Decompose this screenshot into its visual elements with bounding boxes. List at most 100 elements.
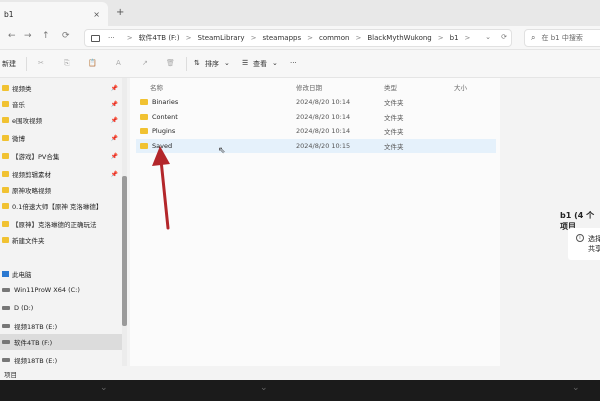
sidebar-item[interactable]: 视频剪辑素材 📌 bbox=[0, 166, 122, 182]
computer-icon bbox=[2, 271, 9, 277]
paste-icon[interactable]: 📋 bbox=[88, 59, 97, 67]
file-date: 2024/8/20 10:14 bbox=[296, 127, 351, 135]
navigation-pane: 视频类 📌 音乐 📌 e围攻视频 📌 微博 📌 【游戏】PV合集 📌 视频剪辑素… bbox=[0, 78, 128, 380]
sidebar-item-drive[interactable]: D (D:) bbox=[0, 300, 122, 316]
refresh-icon[interactable]: ⟳ bbox=[62, 31, 70, 41]
breadcrumb-item-b1[interactable]: b1 bbox=[450, 34, 459, 42]
sidebar-item[interactable]: 微博 📌 bbox=[0, 130, 122, 146]
refresh-icon[interactable]: ⟳ bbox=[501, 33, 507, 41]
sidebar-item[interactable]: 0.1倍速大师【原神 克洛琳德】 bbox=[0, 198, 122, 214]
details-pane: b1 (4 个项目 i 选择单 共享文 bbox=[500, 78, 600, 380]
column-header-type[interactable]: 类型 bbox=[384, 82, 397, 92]
chevron-right-icon: > bbox=[437, 34, 444, 42]
arrow-shaft bbox=[159, 158, 170, 230]
file-list: 名称 修改日期 类型 大小 Binaries 2024/8/20 10:14 文… bbox=[130, 78, 500, 380]
sort-button[interactable]: 排序 bbox=[205, 59, 219, 69]
breadcrumb-item-drive[interactable]: 软件4TB (F:) bbox=[139, 33, 180, 43]
view-button[interactable]: 查看 bbox=[253, 59, 267, 69]
sidebar-item-this-pc[interactable]: 此电脑 bbox=[0, 266, 122, 282]
list-item-hovered[interactable]: Saved 2024/8/20 10:15 文件夹 bbox=[136, 139, 496, 153]
chevron-right-icon: > bbox=[307, 34, 313, 42]
breadcrumb[interactable]: ··· > 软件4TB (F:) > SteamLibrary > steama… bbox=[84, 29, 512, 47]
sidebar-item[interactable]: e围攻视频 📌 bbox=[0, 112, 122, 128]
tab-b1[interactable]: b1 × bbox=[0, 2, 108, 26]
chevron-right-icon: > bbox=[250, 34, 257, 42]
breadcrumb-item-steamlibrary[interactable]: SteamLibrary bbox=[198, 34, 245, 42]
bottom-strip: ⌄ ⌄ ⌄ bbox=[0, 380, 600, 401]
tab-bar: b1 × + bbox=[0, 0, 600, 26]
folder-icon bbox=[140, 99, 148, 105]
details-hint-line-1: 选择单 bbox=[588, 235, 600, 243]
drive-icon bbox=[2, 340, 10, 344]
column-header-size[interactable]: 大小 bbox=[454, 82, 467, 92]
file-type: 文件夹 bbox=[384, 114, 404, 122]
tab-title: b1 bbox=[4, 9, 14, 19]
folder-icon bbox=[2, 153, 9, 159]
pin-icon: 📌 bbox=[110, 100, 118, 108]
pin-icon: 📌 bbox=[110, 116, 118, 124]
up-arrow-icon[interactable]: ↑ bbox=[42, 31, 50, 41]
search-icon: ⌕ bbox=[531, 33, 536, 42]
folder-icon bbox=[2, 117, 9, 123]
folder-icon bbox=[2, 101, 9, 107]
file-name: Binaries bbox=[152, 98, 179, 106]
chevron-down-icon: ⌄ bbox=[100, 383, 108, 393]
search-placeholder: 在 b1 中搜索 bbox=[541, 34, 583, 42]
chevron-down-icon: ⌄ bbox=[260, 383, 268, 393]
add-tab-icon[interactable]: + bbox=[116, 7, 124, 18]
sidebar-item[interactable]: 【原神】克洛琳德的正确玩法 bbox=[0, 216, 122, 232]
folder-icon bbox=[2, 187, 9, 193]
status-bar: 项目 bbox=[0, 366, 600, 380]
sidebar-item-drive[interactable]: Win11ProW X64 (C:) bbox=[0, 282, 122, 298]
sort-icon: ⇅ bbox=[194, 59, 200, 67]
chevron-down-icon[interactable]: ⌄ bbox=[485, 33, 491, 41]
breadcrumb-overflow[interactable]: ··· bbox=[108, 34, 115, 42]
file-name: Plugins bbox=[152, 127, 176, 135]
folder-icon bbox=[2, 203, 9, 209]
list-item[interactable]: Plugins 2024/8/20 10:14 文件夹 bbox=[136, 124, 496, 138]
pin-icon: 📌 bbox=[110, 152, 118, 160]
breadcrumb-item-common[interactable]: common bbox=[319, 34, 350, 42]
sidebar-item[interactable]: 音乐 📌 bbox=[0, 96, 122, 112]
view-icon: ☰ bbox=[242, 59, 249, 67]
rename-icon[interactable]: A bbox=[116, 59, 121, 67]
back-arrow-icon[interactable]: ← bbox=[8, 31, 16, 41]
delete-icon[interactable]: 🗑 bbox=[166, 59, 175, 67]
column-header-name[interactable]: 名称 bbox=[150, 82, 163, 92]
search-input[interactable]: ⌕ 在 b1 中搜索 bbox=[524, 29, 600, 47]
sidebar-item[interactable]: 新建文件夹 bbox=[0, 232, 122, 248]
folder-icon bbox=[140, 114, 148, 120]
file-date: 2024/8/20 10:14 bbox=[296, 98, 351, 106]
drive-icon bbox=[2, 306, 10, 310]
folder-icon bbox=[2, 135, 9, 141]
share-icon[interactable]: ↗ bbox=[142, 59, 148, 67]
folder-icon bbox=[2, 237, 9, 243]
sidebar-scrollbar[interactable] bbox=[122, 78, 127, 378]
command-bar: 新建 ✂ ⎘ 📋 A ↗ 🗑 ⇅ 排序 ⌄ ☰ 查看 ⌄ ··· bbox=[0, 50, 600, 78]
sidebar-item[interactable]: 【游戏】PV合集 📌 bbox=[0, 148, 122, 164]
chevron-right-icon: > bbox=[126, 34, 133, 42]
forward-arrow-icon[interactable]: → bbox=[24, 31, 32, 41]
sidebar-item-drive[interactable]: 视频18TB (E:) bbox=[0, 318, 122, 334]
list-item[interactable]: Binaries 2024/8/20 10:14 文件夹 bbox=[136, 95, 496, 109]
copy-icon[interactable]: ⎘ bbox=[64, 59, 70, 68]
sidebar-item-drive-selected[interactable]: 软件4TB (F:) bbox=[0, 334, 122, 350]
scrollbar-thumb[interactable] bbox=[122, 176, 127, 326]
column-header-date[interactable]: 修改日期 bbox=[296, 82, 322, 92]
cut-icon[interactable]: ✂ bbox=[38, 59, 44, 67]
file-date: 2024/8/20 10:14 bbox=[296, 113, 351, 121]
drive-icon bbox=[2, 288, 10, 292]
sidebar-item[interactable]: 视频类 📌 bbox=[0, 80, 122, 96]
breadcrumb-item-steamapps[interactable]: steamapps bbox=[262, 34, 301, 42]
arrow-head bbox=[152, 146, 170, 166]
status-item-count: 项目 bbox=[4, 371, 17, 379]
folder-icon bbox=[2, 171, 9, 177]
divider bbox=[26, 57, 27, 71]
breadcrumb-item-blackmythwukong[interactable]: BlackMythWukong bbox=[367, 34, 431, 42]
file-name: Content bbox=[152, 113, 178, 121]
new-button[interactable]: 新建 bbox=[2, 59, 16, 69]
list-item[interactable]: Content 2024/8/20 10:14 文件夹 bbox=[136, 110, 496, 124]
close-icon[interactable]: × bbox=[93, 10, 100, 19]
sidebar-item[interactable]: 原神攻略视频 bbox=[0, 182, 122, 198]
more-options-button[interactable]: ··· bbox=[290, 59, 297, 67]
